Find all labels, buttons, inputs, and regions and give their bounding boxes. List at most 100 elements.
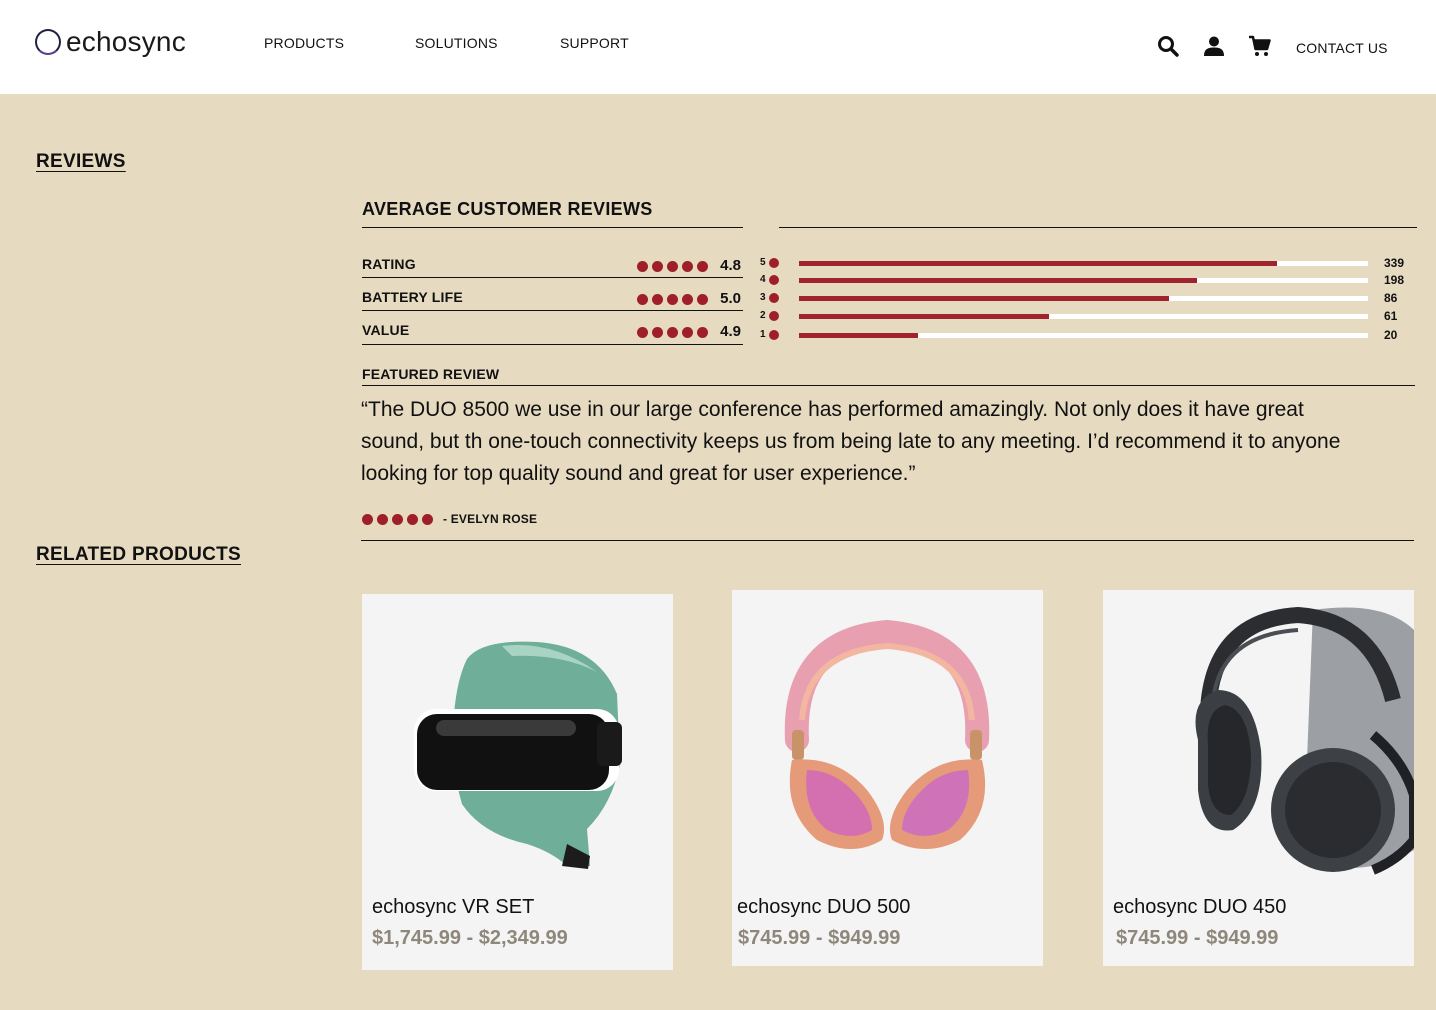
product-name[interactable]: echosync DUO 500 bbox=[737, 896, 910, 919]
rating-dot-icon bbox=[682, 261, 693, 272]
distribution-row-1: 1 20 bbox=[760, 328, 1420, 342]
star-dot-icon bbox=[769, 330, 779, 340]
user-icon[interactable] bbox=[1202, 34, 1226, 58]
rating-dot-icon bbox=[667, 327, 678, 338]
distribution-count: 61 bbox=[1384, 309, 1398, 323]
distribution-bar-fill bbox=[799, 296, 1169, 301]
divider bbox=[362, 227, 743, 228]
rating-dot-icon bbox=[697, 294, 708, 305]
criteria-label: VALUE bbox=[362, 322, 410, 338]
distribution-bar-track bbox=[799, 333, 1368, 338]
divider bbox=[362, 310, 743, 311]
rating-dot-icon bbox=[422, 513, 433, 525]
product-price: $745.99 - $949.99 bbox=[1116, 927, 1279, 949]
contact-us-link[interactable]: CONTACT US bbox=[1296, 40, 1388, 56]
distribution-bar-fill bbox=[799, 314, 1050, 319]
featured-review-quote: “The DUO 8500 we use in our large confer… bbox=[361, 398, 1341, 485]
nav-products[interactable]: PRODUCTS bbox=[264, 35, 344, 51]
distribution-bar-track bbox=[799, 278, 1368, 283]
distribution-bar-fill bbox=[799, 278, 1198, 283]
nav-solutions[interactable]: SOLUTIONS bbox=[415, 35, 498, 51]
distribution-bar-track bbox=[799, 296, 1368, 301]
distribution-row-5: 5 339 bbox=[760, 256, 1420, 270]
criteria-value: 5.0 bbox=[720, 290, 741, 307]
product-image-black-headphones[interactable] bbox=[1103, 590, 1414, 890]
star-dot-icon bbox=[769, 311, 779, 321]
divider bbox=[361, 540, 1414, 541]
featured-review-label: FEATURED REVIEW bbox=[362, 366, 500, 382]
rating-dot-icon bbox=[392, 513, 403, 525]
rating-dot-icon bbox=[637, 261, 648, 272]
cart-icon[interactable] bbox=[1248, 34, 1272, 58]
rating-dot-icon bbox=[377, 513, 388, 525]
search-icon[interactable] bbox=[1156, 34, 1180, 58]
product-card-vr-set[interactable]: echosync VR SET $1,745.99 - $2,349.99 bbox=[362, 594, 673, 970]
product-image-vr-headset[interactable] bbox=[362, 594, 673, 894]
rating-dots bbox=[637, 327, 708, 338]
distribution-bar-fill bbox=[799, 261, 1277, 266]
headphones-icon bbox=[784, 619, 990, 849]
rating-dot-icon bbox=[637, 294, 648, 305]
distribution-star-label: 1 bbox=[760, 329, 766, 340]
rating-dot-icon bbox=[697, 261, 708, 272]
rating-dot-icon bbox=[697, 327, 708, 338]
rating-dot-icon bbox=[667, 294, 678, 305]
criteria-value: 4.8 bbox=[720, 257, 741, 274]
divider bbox=[362, 385, 1415, 386]
rating-dots bbox=[637, 294, 708, 305]
product-name[interactable]: echosync VR SET bbox=[372, 896, 534, 919]
vr-headset-icon bbox=[414, 641, 622, 869]
divider bbox=[362, 344, 743, 345]
reviews-heading[interactable]: REVIEWS bbox=[36, 151, 126, 173]
product-image-pink-headphones[interactable] bbox=[732, 590, 1043, 890]
logo[interactable]: echosync bbox=[35, 26, 186, 58]
rating-dot-icon bbox=[682, 294, 693, 305]
star-dot-icon bbox=[769, 293, 779, 303]
featured-review-author: - EVELYN ROSE bbox=[443, 512, 538, 526]
distribution-row-2: 2 61 bbox=[760, 309, 1420, 323]
product-price: $1,745.99 - $2,349.99 bbox=[372, 927, 568, 949]
divider bbox=[779, 227, 1417, 228]
nav-support[interactable]: SUPPORT bbox=[560, 35, 629, 51]
distribution-bar-track bbox=[799, 261, 1368, 266]
rating-dot-icon bbox=[682, 327, 693, 338]
criteria-row-value: VALUE 4.9 bbox=[362, 322, 743, 342]
featured-review-byline: - EVELYN ROSE bbox=[362, 512, 537, 526]
rating-dot-icon bbox=[637, 327, 648, 338]
logo-text: echosync bbox=[66, 26, 186, 57]
product-name[interactable]: echosync DUO 450 bbox=[1113, 896, 1286, 919]
product-card-duo-450[interactable]: echosync DUO 450 $745.99 - $949.99 bbox=[1103, 590, 1414, 966]
distribution-bar-fill bbox=[799, 333, 919, 338]
criteria-row-rating: RATING 4.8 bbox=[362, 256, 743, 276]
site-header: echosync PRODUCTS SOLUTIONS SUPPORT CONT… bbox=[0, 0, 1436, 94]
rating-dot-icon bbox=[652, 261, 663, 272]
rating-dot-icon bbox=[652, 294, 663, 305]
criteria-row-battery-life: BATTERY LIFE 5.0 bbox=[362, 289, 743, 309]
rating-dot-icon bbox=[362, 513, 373, 525]
average-reviews-title: AVERAGE CUSTOMER REVIEWS bbox=[362, 199, 653, 219]
distribution-row-4: 4 198 bbox=[760, 273, 1420, 287]
distribution-star-label: 2 bbox=[760, 310, 766, 321]
star-dot-icon bbox=[769, 258, 779, 268]
criteria-value: 4.9 bbox=[720, 323, 741, 340]
product-card-duo-500[interactable]: echosync DUO 500 $745.99 - $949.99 bbox=[732, 590, 1043, 966]
criteria-label: BATTERY LIFE bbox=[362, 289, 463, 305]
criteria-label: RATING bbox=[362, 256, 416, 272]
headphones-icon bbox=[1195, 606, 1414, 875]
distribution-star-label: 4 bbox=[760, 274, 766, 285]
rating-dot-icon bbox=[667, 261, 678, 272]
distribution-row-3: 3 86 bbox=[760, 291, 1420, 305]
distribution-star-label: 3 bbox=[760, 292, 766, 303]
product-price: $745.99 - $949.99 bbox=[738, 927, 901, 949]
logo-mark-icon bbox=[35, 29, 61, 55]
distribution-star-label: 5 bbox=[760, 257, 766, 268]
star-dot-icon bbox=[769, 275, 779, 285]
rating-dot-icon bbox=[652, 327, 663, 338]
distribution-count: 20 bbox=[1384, 328, 1398, 342]
distribution-count: 198 bbox=[1384, 273, 1405, 287]
distribution-bar-track bbox=[799, 314, 1368, 319]
related-products-heading[interactable]: RELATED PRODUCTS bbox=[36, 544, 241, 566]
distribution-count: 86 bbox=[1384, 291, 1398, 305]
distribution-count: 339 bbox=[1384, 256, 1405, 270]
rating-dots bbox=[362, 513, 433, 525]
